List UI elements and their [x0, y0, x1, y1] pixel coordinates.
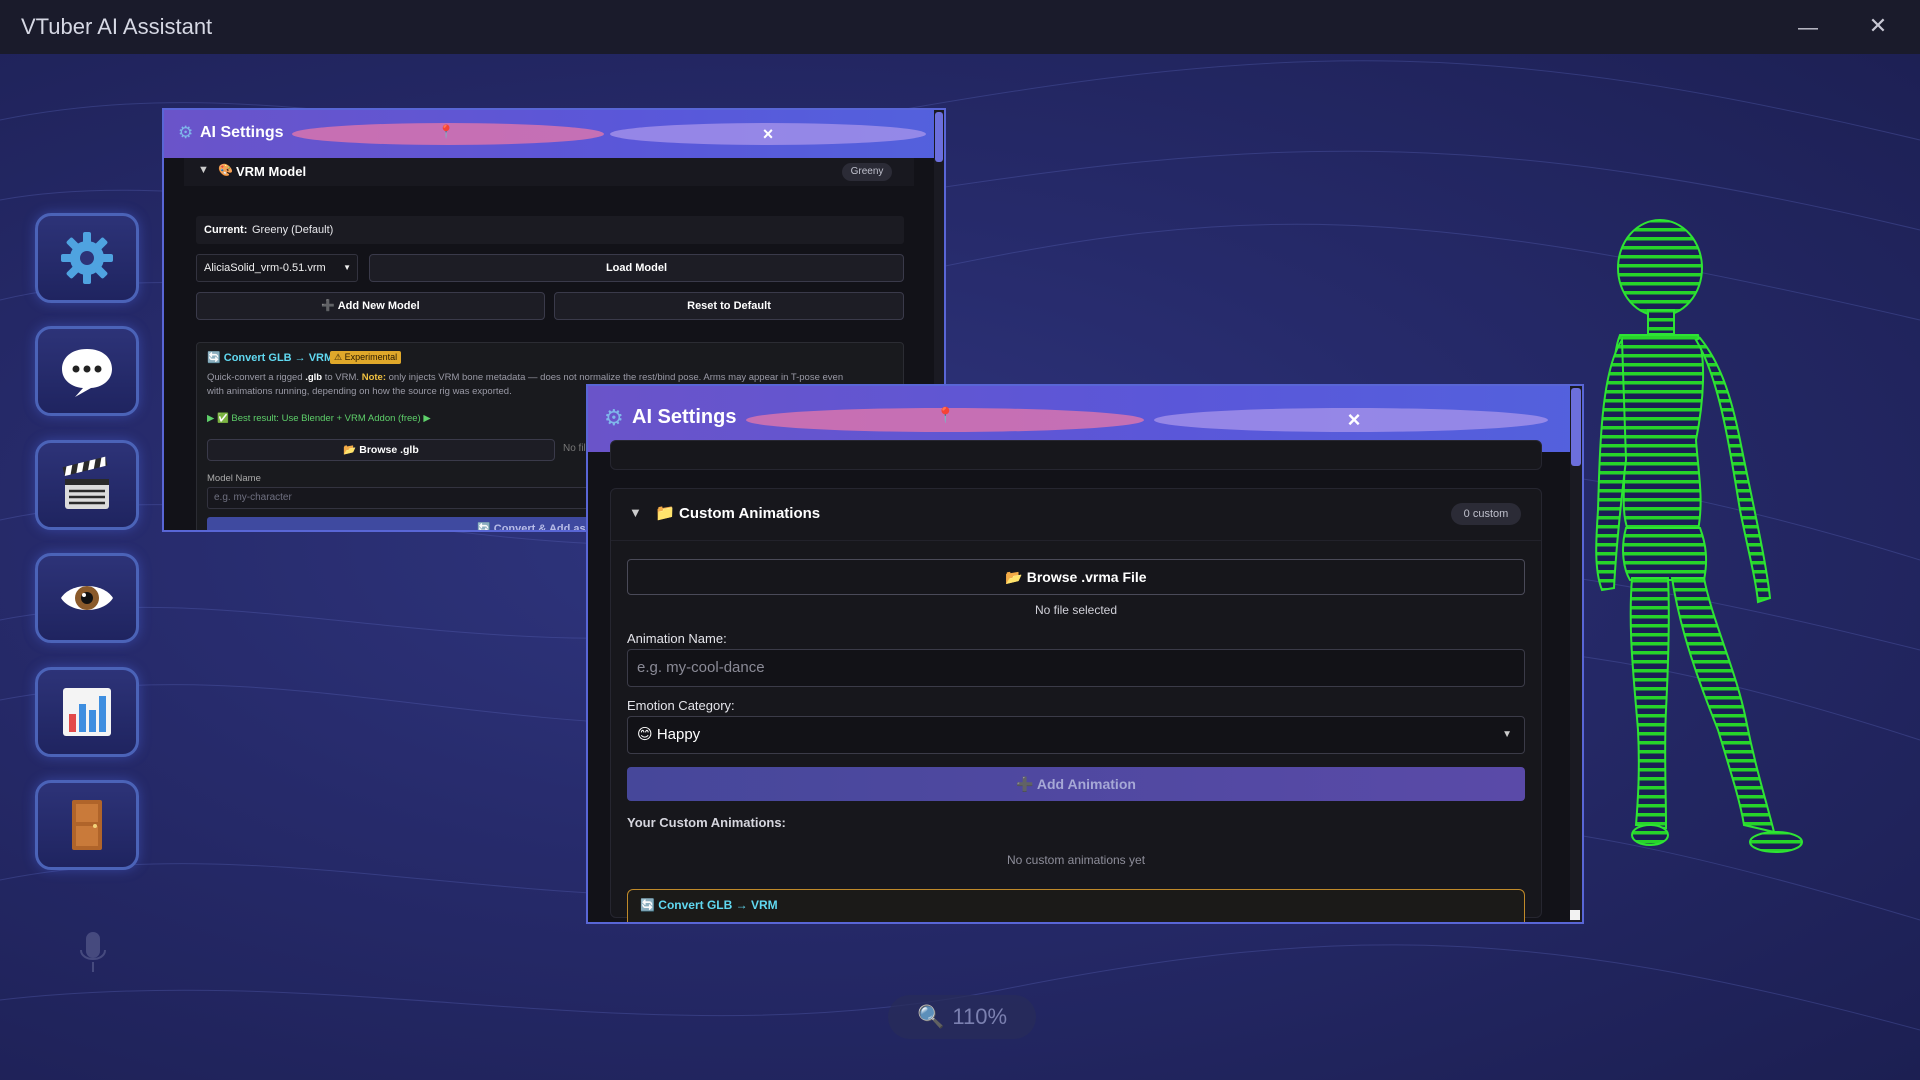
custom-count-badge: 0 custom	[1451, 503, 1521, 525]
speech-bubble-icon	[62, 349, 112, 397]
section-title: VRM Model	[236, 164, 307, 179]
browse-vrma-label: Browse .vrma File	[1026, 569, 1147, 585]
resize-handle[interactable]	[1570, 910, 1580, 920]
check-icon: ✅	[216, 413, 232, 424]
smile-icon: 😊	[637, 726, 657, 743]
scroll-thumb[interactable]	[935, 112, 943, 162]
refresh-icon: 🔄	[640, 898, 659, 912]
sidebar-item-animations[interactable]	[35, 440, 139, 530]
panel-header[interactable]: ⚙ AI Settings 📍 ×	[164, 110, 944, 158]
caret-right-icon: ▶	[207, 413, 217, 424]
section-header-custom-animations[interactable]: ▼ 📁 Custom Animations 0 custom	[611, 489, 1541, 541]
emotion-category-value: Happy	[656, 726, 701, 743]
clapperboard-icon	[62, 456, 109, 509]
current-label: Current:	[204, 224, 248, 236]
no-file-text: No file selected	[1034, 603, 1118, 617]
panel-title: AI Settings	[632, 406, 737, 428]
convert-title-partial: 🔄 Convert GLB → VRM	[640, 898, 778, 912]
close-icon[interactable]: ✕	[1866, 14, 1890, 38]
ai-settings-panel-front: ⚙ AI Settings 📍 × ▼ 📁 Custom Animations …	[586, 384, 1584, 924]
convert-title-partial-text: Convert GLB → VRM	[658, 898, 778, 912]
chevron-down-icon: ▼	[198, 164, 209, 176]
sidebar-item-chat[interactable]	[35, 326, 139, 416]
reset-to-default-button[interactable]: Reset to Default	[554, 292, 904, 320]
bar-chart-icon	[63, 688, 111, 736]
panel-title: AI Settings	[200, 124, 284, 141]
current-model-row: Current: Greeny (Default)	[196, 216, 904, 244]
desc-note: Note:	[361, 372, 386, 383]
chevron-down-icon: ▼	[343, 263, 351, 272]
animation-name-label: Animation Name:	[627, 631, 727, 646]
section-header-vrm-model[interactable]: ▼ 🎨 VRM Model Greeny	[184, 158, 914, 186]
refresh-icon: 🔄	[207, 352, 224, 364]
experimental-tag: ⚠ Experimental	[330, 351, 402, 364]
load-model-button[interactable]: Load Model	[369, 254, 904, 282]
sidebar-item-exit[interactable]	[35, 780, 139, 870]
pin-icon[interactable]: 📍	[438, 124, 454, 140]
gear-icon: ⚙	[178, 123, 194, 142]
emotion-category-label: Emotion Category:	[627, 698, 735, 713]
palette-icon: 🎨	[218, 163, 233, 177]
pin-icon[interactable]: 📍	[936, 406, 955, 424]
plus-icon: ➕	[1016, 776, 1037, 792]
add-new-model-label: Add New Model	[337, 300, 420, 312]
zoom-indicator[interactable]: 🔍 110%	[888, 995, 1036, 1039]
add-new-model-button[interactable]: ➕ Add New Model	[196, 292, 545, 320]
chevron-down-icon: ▼	[629, 505, 642, 520]
warning-icon: ⚠	[334, 352, 345, 362]
experimental-tag-text: Experimental	[344, 352, 398, 362]
convert-title: 🔄 Convert GLB → VRM	[207, 351, 333, 364]
app-title: VTuber AI Assistant	[21, 14, 213, 39]
sidebar-item-settings[interactable]	[35, 213, 139, 303]
title-bar: VTuber AI Assistant — ✕	[0, 0, 1920, 54]
custom-animations-section: ▼ 📁 Custom Animations 0 custom 📂 Browse …	[610, 488, 1542, 922]
browse-glb-label: Browse .glb	[359, 444, 419, 456]
section-title: Custom Animations	[679, 505, 821, 522]
model-badge: Greeny	[842, 163, 892, 181]
convert-glb-section-partial: 🔄 Convert GLB → VRM	[627, 889, 1525, 922]
refresh-icon: 🔄	[477, 523, 494, 532]
door-icon	[72, 800, 102, 850]
model-select[interactable]: AliciaSolid_vrm-0.51.vrm ▼	[196, 254, 358, 282]
convert-add-label: Convert & Add as	[493, 523, 586, 532]
plus-icon: ➕	[321, 300, 338, 312]
convert-title-text: Convert GLB → VRM	[223, 352, 334, 364]
desc-glb: .glb	[305, 372, 323, 383]
model-select-value: AliciaSolid_vrm-0.51.vrm	[204, 262, 326, 274]
your-custom-animations-heading: Your Custom Animations:	[627, 815, 786, 830]
desc-part: Quick-convert a rigged	[207, 372, 306, 383]
add-animation-label: Add Animation	[1036, 776, 1136, 792]
caret-right-icon: ▶	[420, 413, 431, 424]
model-name-label: Model Name	[207, 473, 261, 484]
vrm-avatar	[1595, 219, 1803, 853]
minimize-icon[interactable]: —	[1798, 10, 1818, 40]
browse-glb-button[interactable]: 📂 Browse .glb	[207, 439, 555, 461]
eye-icon	[61, 586, 113, 610]
folder-icon: 📂	[343, 444, 360, 456]
panel-close-button[interactable]: ×	[1342, 407, 1366, 433]
zoom-value: 110%	[952, 1004, 1008, 1029]
current-value: Greeny (Default)	[252, 224, 334, 236]
sidebar-item-vision[interactable]	[35, 553, 139, 643]
add-animation-button[interactable]: ➕ Add Animation	[627, 767, 1525, 801]
animation-name-input[interactable]: e.g. my-cool-dance	[627, 649, 1525, 687]
folder-icon: 📁	[655, 505, 675, 522]
magnifier-icon: 🔍	[916, 1004, 945, 1029]
folder-open-icon: 📂	[1005, 569, 1027, 585]
browse-vrma-button[interactable]: 📂 Browse .vrma File	[627, 559, 1525, 595]
sidebar-item-stats[interactable]	[35, 667, 139, 757]
chevron-down-icon: ▼	[1502, 729, 1512, 740]
emotion-category-select[interactable]: 😊 Happy ▼	[627, 716, 1525, 754]
best-result-tip[interactable]: ▶ ✅ Best result: Use Blender + VRM Addon…	[207, 413, 431, 424]
desc-part: to VRM.	[322, 372, 362, 383]
panel-close-button[interactable]: ×	[758, 124, 778, 145]
microphone-icon[interactable]	[78, 930, 108, 974]
previous-section-row[interactable]	[610, 440, 1542, 470]
gear-icon	[61, 232, 113, 284]
empty-custom-animations-text: No custom animations yet	[1006, 853, 1146, 867]
tip-text: Best result: Use Blender + VRM Addon (fr…	[231, 413, 421, 424]
gear-icon: ⚙	[604, 405, 624, 430]
